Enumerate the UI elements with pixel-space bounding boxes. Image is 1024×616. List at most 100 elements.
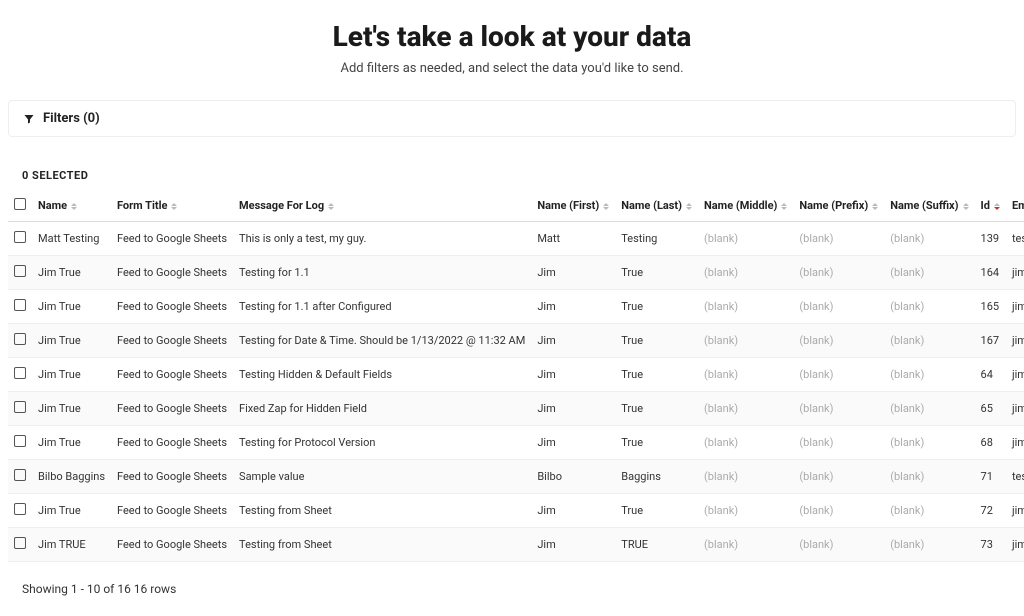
cell-name_suffix: (blank) xyxy=(884,222,974,256)
cell-name: Jim True xyxy=(32,324,111,358)
cell-name_prefix: (blank) xyxy=(793,494,884,528)
row-checkbox[interactable] xyxy=(14,401,26,413)
table-row: Jim TrueFeed to Google SheetsTesting for… xyxy=(8,426,1024,460)
cell-name_prefix: (blank) xyxy=(793,460,884,494)
cell-name: Jim True xyxy=(32,426,111,460)
sort-icon xyxy=(994,203,1000,210)
row-checkbox[interactable] xyxy=(14,231,26,243)
row-checkbox[interactable] xyxy=(14,299,26,311)
cell-name_first: Jim xyxy=(531,426,615,460)
table-row: Jim TrueFeed to Google SheetsFixed Zap f… xyxy=(8,392,1024,426)
column-header-name_first[interactable]: Name (First) xyxy=(531,190,615,222)
cell-message: Testing Hidden & Default Fields xyxy=(233,358,531,392)
filters-toggle[interactable]: Filters (0) xyxy=(8,100,1016,137)
column-header-name_middle[interactable]: Name (Middle) xyxy=(698,190,793,222)
column-header-email[interactable]: Email xyxy=(1006,190,1024,222)
cell-message: Testing for 1.1 after Configured xyxy=(233,290,531,324)
cell-name_first: Jim xyxy=(531,494,615,528)
selection-count: 0 SELECTED xyxy=(8,161,1016,190)
cell-name_suffix: (blank) xyxy=(884,426,974,460)
cell-name_suffix: (blank) xyxy=(884,324,974,358)
pagination-info: Showing 1 - 10 of 16 16 rows xyxy=(8,562,1016,596)
row-checkbox[interactable] xyxy=(14,503,26,515)
cell-name: Jim TRUE xyxy=(32,528,111,562)
row-checkbox[interactable] xyxy=(14,367,26,379)
cell-name_first: Jim xyxy=(531,256,615,290)
cell-message: Sample value xyxy=(233,460,531,494)
cell-email: test@domain.dev xyxy=(1006,460,1024,494)
cell-name_suffix: (blank) xyxy=(884,256,974,290)
cell-id: 68 xyxy=(975,426,1006,460)
column-header-id[interactable]: Id xyxy=(975,190,1006,222)
cell-name_middle: (blank) xyxy=(698,324,793,358)
cell-email: jimtrue@jimtrue.com xyxy=(1006,392,1024,426)
cell-id: 64 xyxy=(975,358,1006,392)
cell-name_middle: (blank) xyxy=(698,494,793,528)
column-label: Name (First) xyxy=(537,199,599,212)
row-checkbox[interactable] xyxy=(14,469,26,481)
cell-message: Testing for 1.1 xyxy=(233,256,531,290)
cell-id: 167 xyxy=(975,324,1006,358)
cell-name_middle: (blank) xyxy=(698,392,793,426)
cell-name_suffix: (blank) xyxy=(884,290,974,324)
cell-name_last: TRUE xyxy=(615,528,698,562)
cell-name_first: Jim xyxy=(531,358,615,392)
cell-name_prefix: (blank) xyxy=(793,222,884,256)
cell-name_first: Bilbo xyxy=(531,460,615,494)
cell-name_middle: (blank) xyxy=(698,358,793,392)
row-checkbox[interactable] xyxy=(14,537,26,549)
cell-form_title: Feed to Google Sheets xyxy=(111,358,233,392)
cell-id: 139 xyxy=(975,222,1006,256)
cell-email: teststuff@testing.test xyxy=(1006,222,1024,256)
cell-name_first: Jim xyxy=(531,528,615,562)
table-row: Matt TestingFeed to Google SheetsThis is… xyxy=(8,222,1024,256)
cell-email: jim@rocketgenius.com xyxy=(1006,528,1024,562)
column-header-message[interactable]: Message For Log xyxy=(233,190,531,222)
column-header-form_title[interactable]: Form Title xyxy=(111,190,233,222)
cell-name_middle: (blank) xyxy=(698,460,793,494)
cell-message: Testing for Date & Time. Should be 1/13/… xyxy=(233,324,531,358)
cell-message: Testing for Protocol Version xyxy=(233,426,531,460)
page-title: Let's take a look at your data xyxy=(8,20,1016,53)
cell-name_last: True xyxy=(615,358,698,392)
sort-icon xyxy=(686,203,692,210)
cell-name_prefix: (blank) xyxy=(793,290,884,324)
row-checkbox[interactable] xyxy=(14,265,26,277)
row-checkbox[interactable] xyxy=(14,333,26,345)
cell-name: Bilbo Baggins xyxy=(32,460,111,494)
table-row: Jim TrueFeed to Google SheetsTesting fro… xyxy=(8,494,1024,528)
cell-name_last: Baggins xyxy=(615,460,698,494)
cell-name_last: True xyxy=(615,392,698,426)
select-all-checkbox[interactable] xyxy=(14,198,26,210)
cell-email: jim@rocketgenius.com xyxy=(1006,494,1024,528)
cell-name_suffix: (blank) xyxy=(884,494,974,528)
column-header-name_prefix[interactable]: Name (Prefix) xyxy=(793,190,884,222)
cell-message: Fixed Zap for Hidden Field xyxy=(233,392,531,426)
column-header-name_suffix[interactable]: Name (Suffix) xyxy=(884,190,974,222)
cell-id: 65 xyxy=(975,392,1006,426)
column-label: Name xyxy=(38,199,67,212)
cell-message: Testing from Sheet xyxy=(233,494,531,528)
cell-form_title: Feed to Google Sheets xyxy=(111,494,233,528)
column-label: Name (Suffix) xyxy=(890,199,958,212)
sort-icon xyxy=(603,203,609,210)
column-label: Form Title xyxy=(117,199,167,212)
column-header-name[interactable]: Name xyxy=(32,190,111,222)
column-label: Name (Middle) xyxy=(704,199,777,212)
cell-name_middle: (blank) xyxy=(698,256,793,290)
cell-name_prefix: (blank) xyxy=(793,392,884,426)
cell-name: Matt Testing xyxy=(32,222,111,256)
table-row: Jim TrueFeed to Google SheetsTesting for… xyxy=(8,290,1024,324)
sort-icon xyxy=(872,203,878,210)
cell-email: jimtrue@jimtrue.com xyxy=(1006,256,1024,290)
cell-name: Jim True xyxy=(32,290,111,324)
column-header-name_last[interactable]: Name (Last) xyxy=(615,190,698,222)
cell-email: jimtrue@jimtrue.com xyxy=(1006,358,1024,392)
table-row: Jim TRUEFeed to Google SheetsTesting fro… xyxy=(8,528,1024,562)
row-checkbox[interactable] xyxy=(14,435,26,447)
filters-label: Filters (0) xyxy=(43,111,100,126)
cell-name_prefix: (blank) xyxy=(793,324,884,358)
cell-form_title: Feed to Google Sheets xyxy=(111,256,233,290)
column-label: Name (Prefix) xyxy=(799,199,868,212)
cell-form_title: Feed to Google Sheets xyxy=(111,290,233,324)
